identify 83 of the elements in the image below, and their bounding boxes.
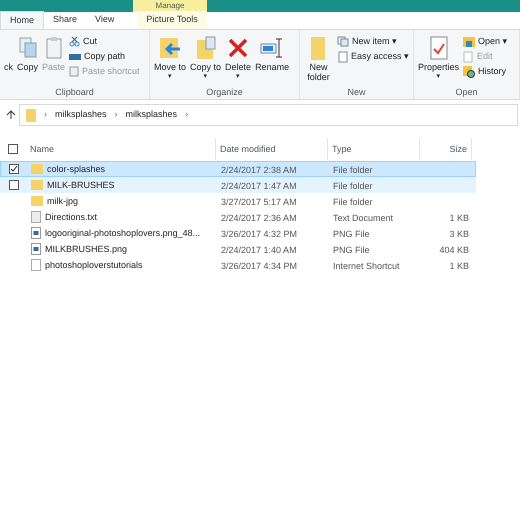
chevron[interactable]: › — [114, 108, 118, 122]
checkmark-page-icon — [430, 36, 448, 60]
file-name: color-splashes — [47, 163, 106, 176]
row-highlight[interactable]: MILK-BRUSHES 2/24/2017 1:47 AM File folder — [0, 177, 476, 193]
file-name: Directions.txt — [45, 211, 98, 224]
ribbon-button[interactable]: Copy — [15, 32, 40, 86]
folder-icon — [31, 196, 43, 206]
chevron[interactable]: › — [185, 108, 188, 122]
ribbon-tab[interactable]: Picture Tools — [137, 11, 207, 29]
file-type: PNG File — [333, 245, 370, 255]
up-arrow-icon[interactable] — [6, 110, 16, 120]
image-file-icon — [31, 227, 41, 239]
new-item-icon — [336, 36, 349, 47]
file-name: photoshoploverstutorials — [45, 259, 143, 272]
file-size: 404 KB — [439, 245, 469, 255]
image-file-icon — [31, 243, 41, 255]
file-size: 3 KB — [449, 229, 469, 239]
file-type: Text Document — [333, 213, 394, 223]
context-tab[interactable]: Manage — [133, 0, 207, 12]
scissors-icon — [69, 36, 80, 47]
text-file-icon — [31, 211, 41, 223]
row-highlight[interactable]: color-splashes 2/24/2017 2:38 AM File folder — [0, 161, 476, 177]
address-bar[interactable]: › milksplashes › milksplashes › — [19, 104, 518, 126]
page-icon — [463, 50, 474, 62]
date-modified: 2/24/2017 2:36 AM — [221, 213, 297, 223]
row-checkbox[interactable] — [9, 164, 19, 174]
path-icon — [69, 52, 82, 60]
file-icon — [31, 259, 41, 271]
history-icon — [463, 66, 476, 78]
column-header[interactable]: Name — [26, 138, 216, 160]
ribbon-button[interactable]: Copy path — [67, 49, 142, 64]
date-modified: 2/24/2017 2:38 AM — [221, 165, 297, 175]
file-name: logooriginal-photoshoplovers.png_48... — [45, 227, 200, 240]
breadcrumb[interactable]: milksplashes — [55, 108, 107, 122]
date-modified: 2/24/2017 1:47 AM — [221, 181, 297, 191]
group-label: Clipboard — [54, 86, 95, 99]
file-name: MILKBRUSHES.png — [45, 243, 128, 256]
check-icon — [10, 165, 18, 173]
file-size: 1 KB — [449, 213, 469, 223]
file-type: PNG File — [333, 229, 370, 239]
date-modified: 3/26/2017 4:34 PM — [221, 261, 298, 271]
delete-icon — [228, 38, 248, 58]
ribbon-button[interactable]: Easy access ▾ — [334, 49, 411, 64]
column-header[interactable]: Date modified — [216, 138, 328, 160]
folder-icon — [31, 180, 43, 190]
column-header[interactable]: Size — [420, 138, 472, 160]
ribbon-button[interactable]: Rename — [253, 32, 292, 86]
ribbon-tab[interactable]: View — [86, 11, 124, 29]
ribbon-button[interactable]: New item ▾ — [334, 34, 411, 49]
date-modified: 3/26/2017 4:32 PM — [221, 229, 298, 239]
file-type: File folder — [333, 165, 373, 175]
date-modified: 2/24/2017 1:40 AM — [221, 245, 297, 255]
ribbon-tab[interactable]: Share — [44, 11, 86, 29]
ribbon-button[interactable]: New folder — [302, 32, 335, 86]
folder-icon — [463, 36, 476, 47]
file-type: File folder — [333, 197, 373, 207]
file-name: MILK-BRUSHES — [47, 179, 115, 192]
clipboard-icon — [44, 36, 63, 60]
folder-icon — [26, 108, 36, 122]
group-label: Open — [454, 86, 479, 99]
ribbon-tab[interactable]: Home — [0, 11, 44, 29]
chevron[interactable]: › — [44, 108, 47, 122]
ribbon-button[interactable]: ck — [2, 32, 15, 86]
date-modified: 3/27/2017 5:17 AM — [221, 197, 297, 207]
breadcrumb[interactable]: milksplashes — [126, 108, 178, 122]
file-size: 1 KB — [449, 261, 469, 271]
file-name: milk-jpg — [47, 195, 78, 208]
folder-pages-icon — [196, 36, 216, 60]
ribbon-button[interactable]: History — [461, 64, 510, 79]
folder-icon — [31, 164, 43, 174]
select-all-checkbox[interactable] — [8, 144, 18, 154]
group-label: Organize — [205, 86, 244, 99]
ribbon-button[interactable]: Open ▾ — [461, 34, 510, 49]
file-type: File folder — [333, 181, 373, 191]
page-icon — [336, 50, 348, 62]
column-header[interactable]: Type — [328, 138, 420, 160]
ribbon-button[interactable]: Cut — [67, 34, 142, 49]
group-label: New — [346, 86, 366, 99]
row-checkbox[interactable] — [9, 180, 19, 190]
copy-icon — [18, 36, 38, 60]
folder-icon — [310, 35, 326, 61]
rename-icon — [260, 37, 284, 59]
file-type: Internet Shortcut — [333, 261, 400, 271]
